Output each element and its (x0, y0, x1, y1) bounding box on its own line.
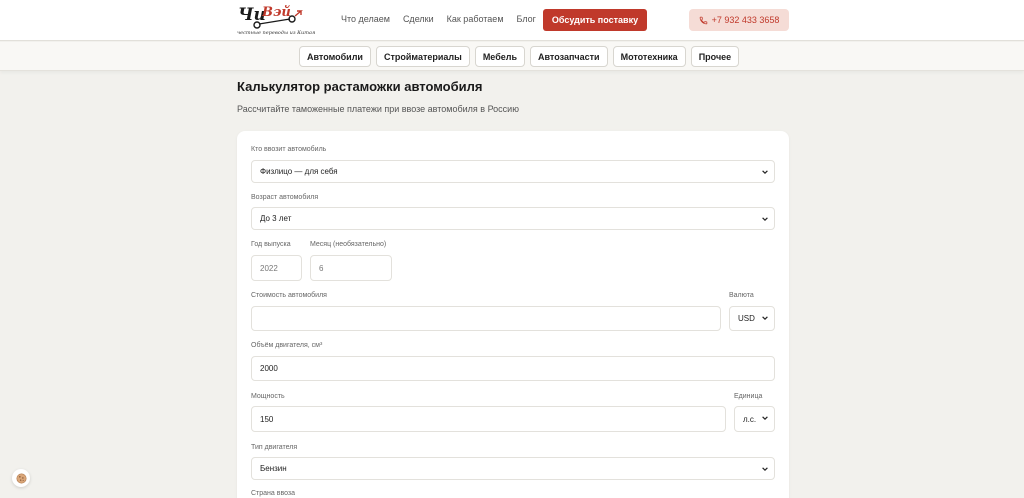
month-label: Месяц (необязательно) (310, 241, 387, 248)
category-furniture[interactable]: Мебель (474, 46, 526, 67)
cookie-settings-button[interactable] (12, 469, 30, 487)
calculator-form: Кто ввозит автомобиль Физлицо — для себя… (237, 131, 789, 498)
page-title: Калькулятор растаможки автомобиля (237, 79, 483, 94)
importer-label: Кто ввозит автомобиль (251, 146, 327, 153)
chevron-down-icon (762, 415, 768, 421)
currency-label: Валюта (729, 292, 754, 299)
country-label: Страна ввоза (251, 490, 296, 497)
currency-select[interactable]: USD (729, 306, 775, 331)
engine-volume-input[interactable]: 2000 (251, 356, 775, 381)
logo[interactable]: Чи Вэй честные переводы из Китая (237, 2, 315, 38)
category-building-materials[interactable]: Стройматериалы (375, 46, 470, 67)
price-input[interactable] (251, 306, 721, 331)
phone-button[interactable]: +7 932 433 3658 (689, 9, 789, 31)
phone-icon (699, 16, 707, 24)
category-cars[interactable]: Автомобили (299, 46, 371, 67)
phone-number: +7 932 433 3658 (711, 15, 780, 25)
site-header: Чи Вэй честные переводы из Китая Что дел… (0, 0, 1024, 41)
price-label: Стоимость автомобиля (251, 292, 327, 299)
chevron-down-icon (762, 315, 768, 321)
engine-type-label: Тип двигателя (251, 444, 298, 451)
age-label: Возраст автомобиля (251, 194, 319, 201)
cookie-icon (15, 472, 27, 484)
month-input[interactable]: 6 (310, 255, 392, 281)
year-label: Год выпуска (251, 241, 291, 248)
power-unit-select[interactable]: л.с. (734, 406, 775, 432)
importer-select[interactable]: Физлицо — для себя (251, 160, 775, 183)
main-nav: Что делаем Сделки Как работаем Блог (341, 14, 549, 24)
svg-text:Вэй: Вэй (261, 5, 291, 20)
chevron-down-icon (762, 216, 768, 222)
logo-tagline: честные переводы из Китая (237, 30, 316, 36)
nav-item-blog[interactable]: Блог (517, 14, 536, 24)
year-input[interactable]: 2022 (251, 255, 302, 281)
discuss-delivery-button[interactable]: Обсудить поставку (543, 9, 647, 31)
category-motorcycles[interactable]: Мототехника (612, 46, 686, 67)
power-input[interactable]: 150 (251, 406, 726, 432)
page-subtitle: Рассчитайте таможенные платежи при ввозе… (237, 104, 519, 114)
engine-type-select[interactable]: Бензин (251, 457, 775, 480)
nav-item-deals[interactable]: Сделки (403, 14, 434, 24)
category-other[interactable]: Прочее (690, 46, 740, 67)
chevron-down-icon (762, 169, 768, 175)
category-bar: Автомобили Стройматериалы Мебель Автозап… (0, 42, 1024, 71)
nav-item-how-we-work[interactable]: Как работаем (447, 14, 504, 24)
category-auto-parts[interactable]: Автозапчасти (530, 46, 608, 67)
power-label: Мощность (251, 393, 285, 400)
power-unit-label: Единица (734, 393, 763, 400)
engine-volume-label: Объём двигателя, см³ (251, 342, 323, 349)
chevron-down-icon (762, 466, 768, 472)
nav-item-what-we-do[interactable]: Что делаем (341, 14, 390, 24)
age-select[interactable]: До 3 лет (251, 207, 775, 230)
logo-mark: Чи Вэй (238, 5, 303, 29)
